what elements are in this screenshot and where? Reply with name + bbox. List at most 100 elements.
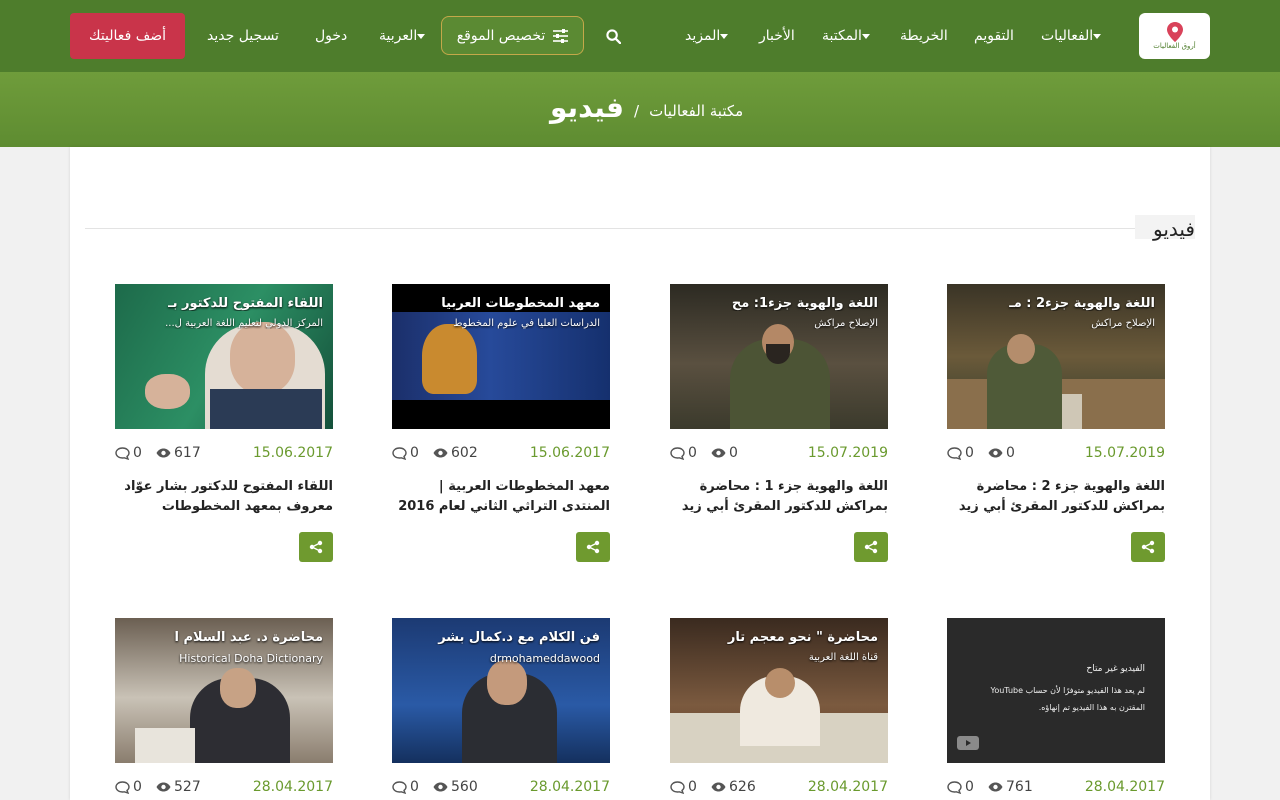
share-icon [586,540,600,554]
share-button[interactable] [299,532,333,562]
comment-count: 0 [410,779,419,795]
search-icon [606,28,621,44]
video-date: 15.07.2019 [1084,445,1165,461]
thumbnail-title: اللغة والهوية جزء2 : مـ [1009,296,1155,311]
nav-item-more[interactable]: المزيد [685,0,734,72]
thumbnail-title: محاضرة د. عبد السلام ا [174,630,323,645]
video-thumbnail[interactable]: فن الكلام مع د.كمال بشر drmohameddawood [392,618,610,763]
comment-icon [670,780,685,794]
video-date: 28.04.2017 [1084,779,1165,795]
eye-icon [156,448,171,458]
comment-icon [947,446,962,460]
video-title-link[interactable]: اللغة والهوية جزء 1 : محاضرة بمراكش للدك… [670,477,888,517]
nav-item-label: التقويم [974,28,1014,44]
video-unavailable-message: لم يعد هذا الفيديو متوفرًا لأن حساب YouT… [990,686,1145,695]
thumbnail-subtitle: الإصلاح مراكش [814,318,878,329]
chevron-down-icon [720,33,729,39]
login-label: دخول [315,28,348,44]
view-count: 626 [729,779,756,795]
page-title: فيديو [550,91,625,124]
thumbnail-subtitle: الدراسات العليا في علوم المخطوط [453,318,600,329]
video-thumbnail[interactable]: محاضرة د. عبد السلام ا Historical Doha D… [115,618,333,763]
video-card: اللغة والهوية جزء2 : مـ الإصلاح مراكش 15… [947,284,1165,562]
thumbnail-title: محاضرة " نحو معجم تار [727,630,878,645]
customize-site-button[interactable]: تخصيص الموقع [441,16,584,55]
comment-icon [947,780,962,794]
video-thumbnail[interactable]: اللغة والهوية جزء1: مح الإصلاح مراكش [670,284,888,429]
comment-count: 0 [965,779,974,795]
video-title-link[interactable]: اللقاء المفتوح للدكتور بشار عوّاد معروف … [115,477,333,517]
comment-count: 0 [688,779,697,795]
video-card: معهد المخطوطات العربيا الدراسات العليا ف… [392,284,610,562]
register-label: تسجيل جديد [207,28,279,44]
thumbnail-subtitle: المركز الدولي لتعليم اللغة العربية ل... [165,318,323,329]
nav-item-map[interactable]: الخريطة [900,0,948,72]
thumbnail-title: اللغة والهوية جزء1: مح [731,296,878,311]
video-thumbnail[interactable]: اللقاء المفتوح للدكتور بـ المركز الدولي … [115,284,333,429]
thumbnail-subtitle: drmohameddawood [489,652,600,665]
video-card: الفيديو غير متاح لم يعد هذا الفيديو متوف… [947,618,1165,797]
login-link[interactable]: دخول [315,0,347,72]
share-button[interactable] [1131,532,1165,562]
video-card: فن الكلام مع د.كمال بشر drmohameddawood … [392,618,610,797]
add-event-label: أضف فعاليتك [89,28,166,44]
nav-item-label: الخريطة [900,28,948,44]
thumbnail-calligraphy [487,346,587,376]
video-thumbnail[interactable]: الفيديو غير متاح لم يعد هذا الفيديو متوف… [947,618,1165,763]
share-icon [864,540,878,554]
view-count: 0 [1006,445,1015,461]
share-icon [309,540,323,554]
video-thumbnail[interactable]: محاضرة " نحو معجم تار قناة اللغة العربية [670,618,888,763]
breadcrumb-separator: / [634,101,640,120]
eye-icon [433,448,448,458]
customize-site-label: تخصيص الموقع [456,27,546,44]
thumbnail-title: معهد المخطوطات العربيا [441,296,600,311]
video-unavailable-message-2: المقترن به هذا الفيديو تم إنهاؤه. [1038,703,1145,712]
video-card: محاضرة " نحو معجم تار قناة اللغة العربية… [670,618,888,797]
view-count: 761 [1006,779,1033,795]
nav-item-news[interactable]: الأخبار [759,0,795,72]
comment-count: 0 [410,445,419,461]
video-date: 15.06.2017 [252,445,333,461]
share-button[interactable] [854,532,888,562]
nav-item-label: المكتبة [822,28,862,44]
logo-text: أروق الفعاليات [1153,42,1196,50]
video-title-link[interactable]: معهد المخطوطات العربية | المنتدى التراثي… [392,477,610,517]
search-button[interactable] [606,0,621,72]
map-pin-icon [1166,22,1183,42]
nav-item-label: المزيد [685,28,721,44]
view-count: 527 [174,779,201,795]
chevron-down-icon [417,33,426,39]
video-date: 28.04.2017 [807,779,888,795]
video-thumbnail[interactable]: اللغة والهوية جزء2 : مـ الإصلاح مراكش [947,284,1165,429]
thumbnail-subtitle: Historical Doha Dictionary [179,652,323,665]
video-thumbnail[interactable]: معهد المخطوطات العربيا الدراسات العليا ف… [392,284,610,429]
comment-icon [115,780,130,794]
thumbnail-title: فن الكلام مع د.كمال بشر [438,630,600,645]
video-title-link[interactable]: اللغة والهوية جزء 2 : محاضرة بمراكش للدك… [947,477,1165,517]
video-date: 15.06.2017 [529,445,610,461]
nav-item-events[interactable]: الفعاليات [1041,0,1107,72]
nav-item-library[interactable]: المكتبة [822,0,876,72]
thumbnail-subtitle: الإصلاح مراكش [1091,318,1155,329]
section-divider [85,228,1195,229]
view-count: 602 [451,445,478,461]
chevron-down-icon [1093,33,1102,39]
share-button[interactable] [576,532,610,562]
nav-item-calendar[interactable]: التقويم [974,0,1014,72]
share-icon [1141,540,1155,554]
thumbnail-title: اللقاء المفتوح للدكتور بـ [168,296,323,311]
video-card: اللغة والهوية جزء1: مح الإصلاح مراكش 15.… [670,284,888,562]
add-event-button[interactable]: أضف فعاليتك [70,13,185,59]
site-logo[interactable]: أروق الفعاليات [1139,13,1210,59]
comment-count: 0 [688,445,697,461]
video-unavailable-heading: الفيديو غير متاح [1086,664,1145,674]
breadcrumb-library-link[interactable]: مكتبة الفعاليات [649,102,743,120]
language-selector[interactable]: العربية [379,0,431,72]
view-count: 0 [729,445,738,461]
register-link[interactable]: تسجيل جديد [207,0,279,72]
comment-icon [392,780,407,794]
video-date: 28.04.2017 [252,779,333,795]
sliders-icon [553,28,569,43]
section-title: فيديو [1135,215,1195,241]
